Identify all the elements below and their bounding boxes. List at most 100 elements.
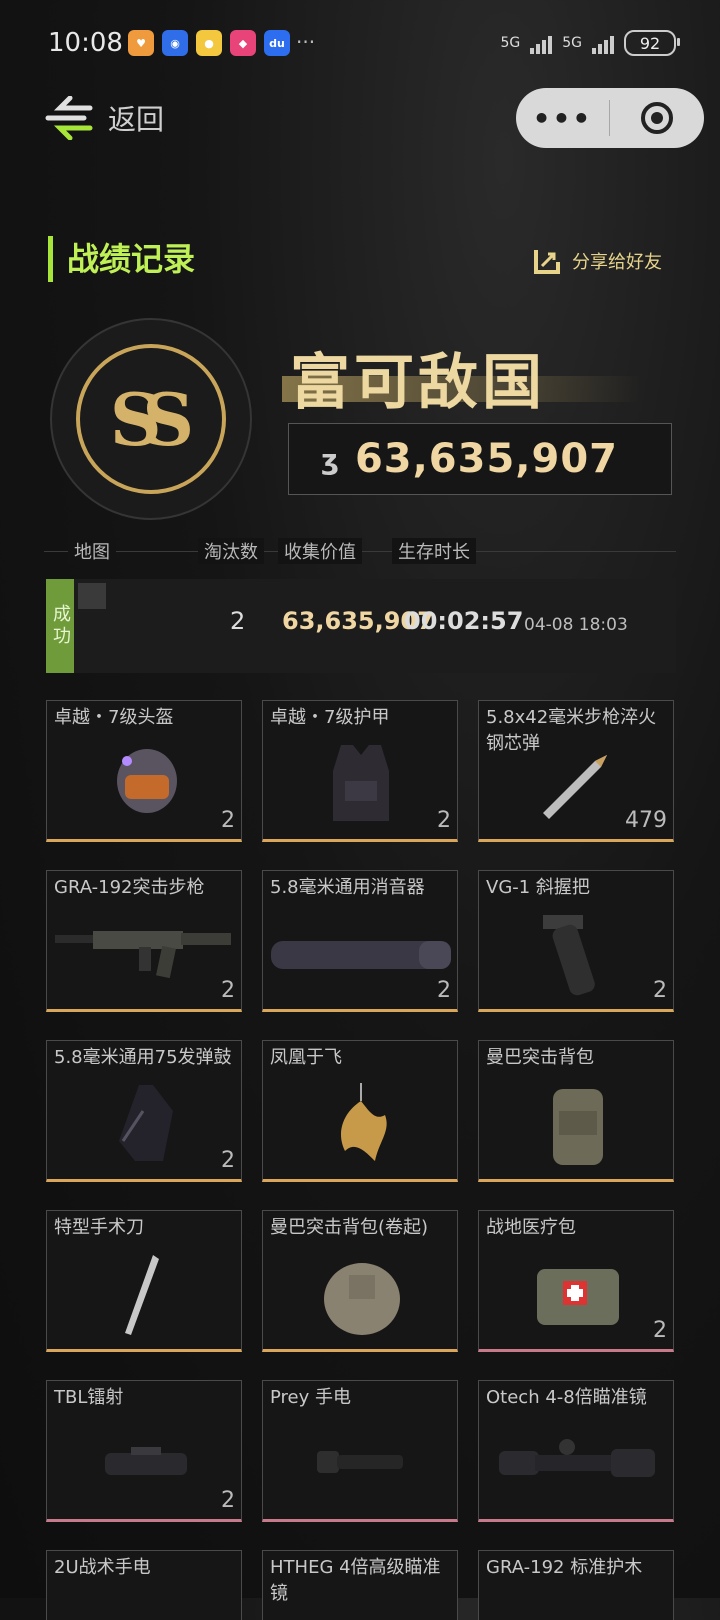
status-right: 5G 5G 92 [500, 30, 680, 56]
signal-strength-icon [592, 32, 614, 54]
rank-title: 富可敌国 [290, 348, 546, 418]
rank-badge-text: SS [109, 376, 195, 462]
scalpel-icon [125, 1255, 159, 1335]
share-icon [534, 250, 560, 274]
item-card[interactable]: Prey 手电 [262, 1380, 458, 1522]
heart-app-icon: ♥ [128, 30, 154, 56]
more-menu-button[interactable]: ••• [516, 102, 609, 135]
status-badge: 成功 [46, 579, 74, 673]
item-card[interactable]: 凤凰于飞 [262, 1040, 458, 1182]
item-name: 卓越・7级护甲 [270, 707, 390, 728]
item-card[interactable]: 5.8毫米通用消音器 2 [262, 870, 458, 1012]
item-name: HTHEG 4倍高级瞄准镜 [270, 1557, 441, 1604]
magazine-icon [119, 1085, 173, 1161]
scope-icon [499, 1439, 655, 1477]
back-button[interactable]: 返回 [44, 96, 164, 140]
signal-label-2: 5G [562, 35, 582, 51]
medkit-icon [537, 1269, 619, 1325]
item-name: 曼巴突击背包(卷起) [270, 1217, 429, 1238]
item-qty: 2 [221, 1148, 235, 1173]
more-notifications-icon: ··· [296, 30, 316, 54]
item-qty: 2 [437, 978, 451, 1003]
item-card[interactable]: Otech 4-8倍瞄准镜 [478, 1380, 674, 1522]
target-close-icon [640, 102, 673, 134]
item-name: 5.8x42毫米步枪淬火钢芯弹 [486, 707, 657, 754]
item-name: 曼巴突击背包 [486, 1047, 594, 1068]
phoenix-icon [340, 1083, 387, 1161]
item-qty: 479 [625, 808, 667, 833]
signal-strength-icon [530, 32, 553, 54]
item-name: 战地医疗包 [486, 1217, 576, 1238]
currency-icon: ʒ [321, 442, 339, 476]
item-card[interactable]: 曼巴突击背包(卷起) [262, 1210, 458, 1352]
status-bar: 10:08 ♥ ◉ ● ◆ du ··· 5G 5G 92 [0, 0, 720, 80]
row-date: 04-08 18:03 [524, 615, 628, 635]
flashlight-icon [317, 1451, 403, 1473]
signal-label-1: 5G [500, 35, 521, 51]
chrome-app-icon: ● [196, 30, 222, 56]
items-grid: 卓越・7级头盔 2 卓越・7级护甲 2 5.8x42毫米步枪淬火钢芯弹 479 … [46, 700, 676, 1620]
notification-apps: ♥ ◉ ● ◆ du [128, 30, 290, 56]
item-name: VG-1 斜握把 [486, 877, 590, 898]
miniprogram-capsule: ••• [516, 88, 704, 148]
item-card[interactable]: 曼巴突击背包 [478, 1040, 674, 1182]
item-name: 特型手术刀 [54, 1217, 144, 1238]
assault-rifle-icon [55, 931, 231, 979]
item-qty: 2 [437, 808, 451, 833]
battery-level: 92 [639, 33, 661, 53]
shop-app-icon: ◆ [230, 30, 256, 56]
rolled-backpack-icon [324, 1263, 400, 1335]
page-title: 战绩记录 [48, 236, 195, 282]
armor-vest-icon [333, 745, 389, 821]
map-icon [78, 583, 106, 609]
item-card[interactable]: GRA-192 标准护木 [478, 1550, 674, 1620]
col-map: 地图 [68, 538, 116, 564]
row-duration: 00:02:57 [404, 607, 524, 635]
back-arrow-icon [45, 96, 93, 140]
close-miniprogram-button[interactable] [610, 100, 703, 136]
bullet-icon [543, 755, 607, 819]
col-value: 收集价值 [278, 538, 362, 564]
item-card[interactable]: TBL镭射 2 [46, 1380, 242, 1522]
item-name: 5.8毫米通用消音器 [270, 877, 425, 898]
laser-icon [105, 1447, 187, 1475]
item-name: GRA-192突击步枪 [54, 877, 205, 898]
item-qty: 2 [221, 808, 235, 833]
item-card[interactable]: 战地医疗包 2 [478, 1210, 674, 1352]
share-label: 分享给好友 [572, 252, 662, 273]
battery-icon: 92 [624, 30, 680, 56]
total-value: 63,635,907 [354, 436, 618, 482]
item-name: 2U战术手电 [54, 1557, 151, 1578]
item-name: GRA-192 标准护木 [486, 1557, 643, 1578]
share-button[interactable]: 分享给好友 [532, 246, 662, 276]
row-kills: 2 [230, 607, 246, 635]
item-card[interactable]: VG-1 斜握把 2 [478, 870, 674, 1012]
rank-medal: SS [50, 318, 252, 520]
item-card[interactable]: 5.8x42毫米步枪淬火钢芯弹 479 [478, 700, 674, 842]
item-qty: 2 [221, 1488, 235, 1513]
rank-medal-ring: SS [76, 344, 226, 494]
item-card[interactable]: 2U战术手电 [46, 1550, 242, 1620]
item-card[interactable]: HTHEG 4倍高级瞄准镜 [262, 1550, 458, 1620]
col-duration: 生存时长 [392, 538, 476, 564]
backpack-icon [553, 1089, 603, 1165]
item-name: Prey 手电 [270, 1387, 351, 1408]
item-card[interactable]: 5.8毫米通用75发弹鼓 2 [46, 1040, 242, 1182]
item-card[interactable]: GRA-192突击步枪 2 [46, 870, 242, 1012]
item-card[interactable]: 卓越・7级头盔 2 [46, 700, 242, 842]
helmet-icon [117, 749, 177, 813]
grip-icon [543, 915, 595, 996]
item-card[interactable]: 卓越・7级护甲 2 [262, 700, 458, 842]
record-table-header: 地图 淘汰数 收集价值 生存时长 [44, 536, 676, 566]
item-name: 卓越・7级头盔 [54, 707, 174, 728]
suppressor-icon [271, 941, 451, 969]
baidu-app-icon: du [264, 30, 290, 56]
record-row[interactable]: 成功 2 63,635,907 00:02:57 04-08 18:03 [46, 579, 676, 673]
item-card[interactable]: 特型手术刀 [46, 1210, 242, 1352]
status-time: 10:08 [48, 28, 123, 58]
item-name: TBL镭射 [54, 1387, 124, 1408]
item-name: 凤凰于飞 [270, 1047, 342, 1068]
back-label: 返回 [108, 103, 165, 136]
item-qty: 2 [653, 978, 667, 1003]
item-name: 5.8毫米通用75发弹鼓 [54, 1047, 232, 1068]
